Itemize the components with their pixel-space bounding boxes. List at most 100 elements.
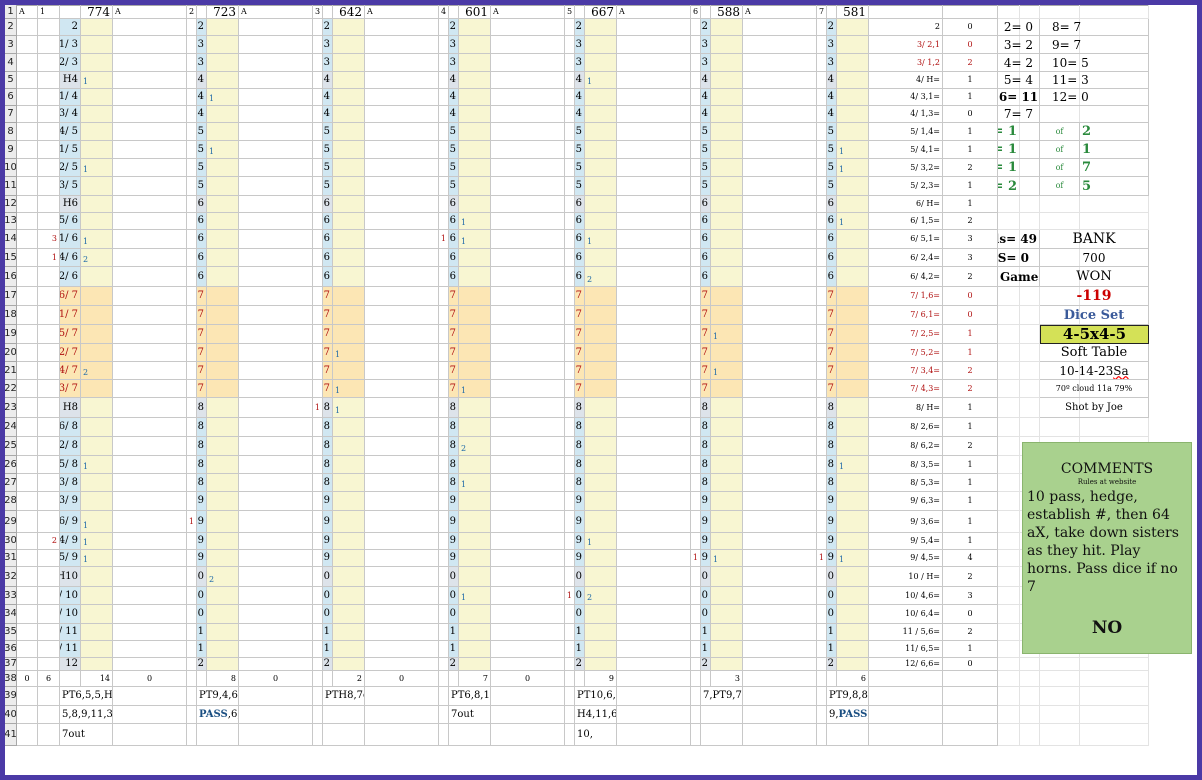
game-3-pad-9[interactable]: [239, 141, 313, 159]
game-4-hit-17[interactable]: [439, 287, 449, 306]
ad-24[interactable]: 1: [943, 418, 998, 437]
game-3-label-16[interactable]: 4-2/ 6: [323, 267, 333, 287]
game-7-pad-16[interactable]: [743, 267, 817, 287]
game-3-count-30[interactable]: [333, 533, 365, 550]
game-1-note-pad-a-39[interactable]: [17, 687, 38, 706]
game-7-hit-3[interactable]: [817, 36, 827, 54]
game-3-pad-15[interactable]: [239, 249, 313, 267]
game-5-count-35[interactable]: [585, 624, 617, 641]
game-3-pad-12[interactable]: [239, 196, 313, 213]
game-5-pad-23[interactable]: [491, 398, 565, 418]
game-7-count-25[interactable]: [837, 437, 869, 456]
game-1-pad-6[interactable]: [17, 89, 38, 106]
game-6-note-pad-a-40[interactable]: [617, 706, 691, 724]
game-2-pad-10[interactable]: [113, 159, 187, 177]
game-7-hit-16[interactable]: [817, 267, 827, 287]
game-5-note-pad-a-39[interactable]: [491, 687, 565, 706]
game-3-count-6[interactable]: [333, 89, 365, 106]
game-6-label-5[interactable]: H4: [701, 72, 711, 89]
game-3-hit-2[interactable]: [313, 19, 323, 36]
game-2-label-11[interactable]: 2-3/ 5: [197, 177, 207, 196]
game-7-label-14[interactable]: 5-1/ 6: [827, 230, 837, 249]
game-2-count-29[interactable]: [207, 511, 239, 533]
game-4-count-4[interactable]: [459, 54, 491, 72]
game-1-pad-2[interactable]: [17, 19, 38, 36]
game-5-hit-27[interactable]: [565, 474, 575, 492]
game-6-hit-32[interactable]: [691, 567, 701, 587]
game-5-label-2[interactable]: 2: [575, 19, 585, 36]
game-1-pad-14[interactable]: [17, 230, 38, 249]
summary-bg-31-40[interactable]: [998, 706, 1020, 724]
game-2-label-7[interactable]: 1-3/ 4: [197, 106, 207, 123]
game-1-label-3[interactable]: 2-1/ 3: [60, 36, 81, 54]
game-1-label-22[interactable]: 4-3/ 7: [60, 380, 81, 398]
game-2-note-3[interactable]: [197, 724, 239, 746]
game-3-count-13[interactable]: [333, 213, 365, 230]
count-2-right[interactable]: 10= 5: [1040, 54, 1149, 72]
game-7-pad-15[interactable]: [743, 249, 817, 267]
game-3-hit-19[interactable]: [313, 325, 323, 344]
game-5-hit-26[interactable]: [565, 456, 575, 474]
game-7-label-27[interactable]: 5-3/ 8: [827, 474, 837, 492]
game-7-pad-3[interactable]: [743, 36, 817, 54]
game-5-pad-3[interactable]: [491, 36, 565, 54]
game-5-note-pad-a-41[interactable]: [491, 724, 565, 746]
game-7-pad-12[interactable]: [743, 196, 817, 213]
hard-1[interactable]: H6= 1: [998, 141, 1040, 159]
game-3-count-35[interactable]: [333, 624, 365, 641]
game-5-count-22[interactable]: [585, 380, 617, 398]
row-header-30[interactable]: 30: [5, 533, 17, 550]
game-5-count-37[interactable]: [585, 658, 617, 671]
game-4-label-27[interactable]: 5-3/ 8: [449, 474, 459, 492]
game-1-pad-7[interactable]: [17, 106, 38, 123]
game-1-pad-29[interactable]: [17, 511, 38, 533]
game-3-count-8[interactable]: [333, 123, 365, 141]
summary-bg-34-38[interactable]: [1080, 671, 1149, 687]
game-7-count-26[interactable]: 1: [837, 456, 869, 474]
game-1-note-pad-b-41[interactable]: [38, 724, 60, 746]
game-7-label-34[interactable]: 6-4/ 10: [827, 605, 837, 624]
game-2-count-18[interactable]: [207, 306, 239, 325]
game-2-label-12[interactable]: H6: [197, 196, 207, 213]
game-3-note-pad-a-40[interactable]: [239, 706, 313, 724]
game-5-pad-28[interactable]: [491, 492, 565, 511]
ac-25[interactable]: 8/ 6,2=: [869, 437, 943, 456]
ac-27[interactable]: 8/ 5,3=: [869, 474, 943, 492]
game-4-count-33[interactable]: 1: [459, 587, 491, 605]
game-6-roll-count[interactable]: 3: [711, 671, 743, 687]
game-2-label-19[interactable]: 2-5/ 7: [197, 325, 207, 344]
game-1-pad-16[interactable]: [17, 267, 38, 287]
game-1-pad-20[interactable]: [17, 344, 38, 362]
summary-bg-32-12[interactable]: [1020, 196, 1040, 213]
game-4-count-3[interactable]: [459, 36, 491, 54]
game-3-hit-15[interactable]: [313, 249, 323, 267]
game-5-pad-10[interactable]: [491, 159, 565, 177]
summary-bg-31-17[interactable]: [998, 287, 1020, 306]
row-header-19[interactable]: 19: [5, 325, 17, 344]
game-5-label-7[interactable]: 1-3/ 4: [575, 106, 585, 123]
game-2-count-4[interactable]: [207, 54, 239, 72]
game-4-count-5[interactable]: [459, 72, 491, 89]
game-2-pad-3[interactable]: [113, 36, 187, 54]
row-header-21[interactable]: 21: [5, 362, 17, 380]
game-5-label-9[interactable]: 4-1/ 5: [575, 141, 585, 159]
game-1-label-19[interactable]: 2-5/ 7: [60, 325, 81, 344]
game-3-note-2[interactable]: [323, 706, 365, 724]
game-4-pad-3[interactable]: [365, 36, 439, 54]
game-5-count-10[interactable]: [585, 159, 617, 177]
game-1-hit-9[interactable]: [38, 141, 60, 159]
ac-30[interactable]: 9/ 5,4=: [869, 533, 943, 550]
game-7-pad-14[interactable]: [743, 230, 817, 249]
game-3-count-10[interactable]: [333, 159, 365, 177]
game-4-hit-7[interactable]: [439, 106, 449, 123]
game-5-pad-8[interactable]: [491, 123, 565, 141]
game-4-count-9[interactable]: [459, 141, 491, 159]
game-4-hit-12[interactable]: [439, 196, 449, 213]
ad-38[interactable]: [943, 671, 998, 687]
game-1-label-2[interactable]: 2: [60, 19, 81, 36]
ad-21[interactable]: 2: [943, 362, 998, 380]
game-1-pad-31[interactable]: [17, 550, 38, 567]
game-5-pad-35[interactable]: [491, 624, 565, 641]
summary-bg-31-35[interactable]: [998, 624, 1020, 641]
ad-36[interactable]: 1: [943, 641, 998, 658]
